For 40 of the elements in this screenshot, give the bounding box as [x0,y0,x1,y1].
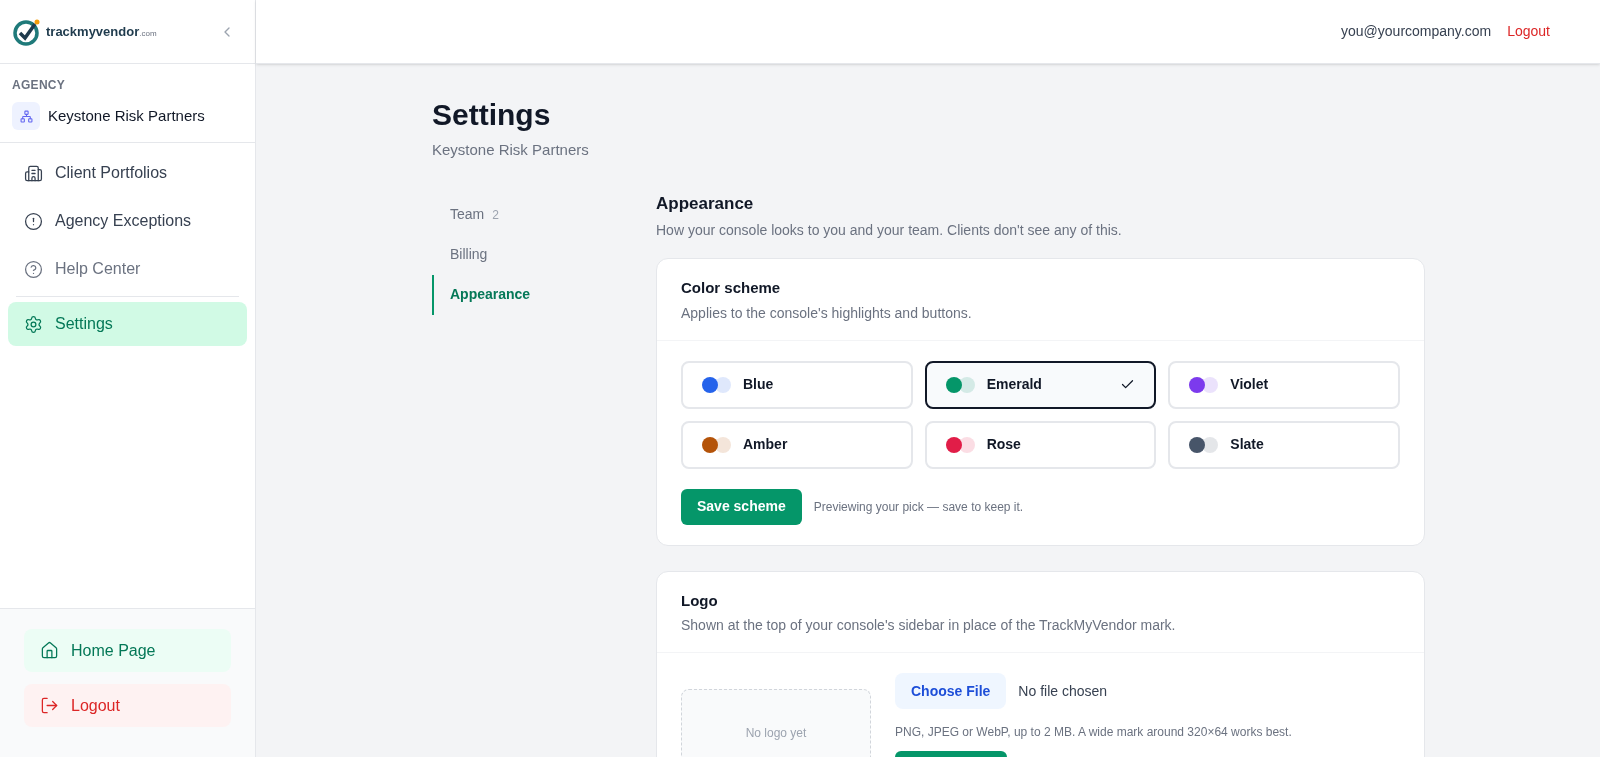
logout-button[interactable]: Logout [24,684,231,727]
color-option[interactable]: Blue [681,360,913,409]
alert-icon [24,211,43,231]
user-email: you@yourcompany.com [1341,22,1492,41]
logout-link[interactable]: Logout [1507,21,1550,42]
card-description: Shown at the top of your console's sidebar in place of the TrackMyVendor mark. [681,616,1177,635]
color-option[interactable]: Rose [924,420,1157,469]
color-option[interactable]: Amber [681,420,913,469]
sidebar-item[interactable]: Agency Exceptions [8,199,247,243]
card-title: Color scheme [681,278,782,298]
upload-hint: PNG, JPEG or WebP, up to 2 MB. A wide mark around 320×64 works best. [895,724,1292,741]
sidebar-item[interactable]: Client Portfolios [8,151,247,195]
agency-name: Keystone Risk Partners [48,105,205,126]
choose-file-button[interactable]: Choose File [895,673,1007,709]
settings-tab[interactable]: Billing [432,234,632,275]
section-description: How your console looks to you and your team. Clients don't see any of this. [656,221,1123,240]
settings-tab[interactable]: Team 2 [432,194,632,235]
building-icon [24,163,43,183]
section-label: AGENCY [12,77,67,94]
settings-icon [24,314,43,334]
logo-text: trackmyvendor.com [46,22,157,41]
help-icon [24,259,43,279]
save-scheme-button[interactable]: Save scheme [681,488,802,525]
page-title: Settings [432,97,552,133]
color-option[interactable]: Violet [1168,360,1400,409]
logout-icon [40,696,59,715]
home-page-button[interactable]: Home Page [24,629,231,672]
section-title: Appearance [656,192,755,215]
file-status: No file chosen [1018,681,1108,701]
agency-icon [12,102,40,130]
page-subtitle: Keystone Risk Partners [432,140,590,160]
preview-hint: Previewing your pick — save to keep it. [813,498,1024,516]
sidebar-item[interactable]: Settings [8,302,247,346]
card-title: Logo [681,590,719,611]
sidebar-item[interactable]: Help Center [8,247,247,291]
color-option[interactable]: Slate [1168,420,1400,469]
color-option[interactable]: Emerald [924,360,1157,409]
home-icon [40,641,59,660]
settings-tab[interactable]: Appearance [432,274,632,315]
card-description: Applies to the console's highlights and buttons. [681,303,973,323]
